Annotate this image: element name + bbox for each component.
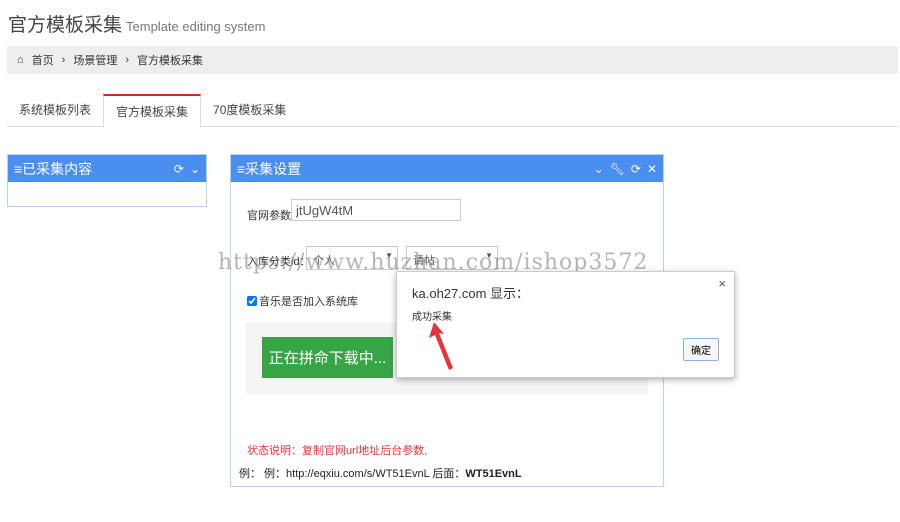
- example-text: 例： 例：http://eqxiu.com/s/WT51EvnL 后面：: [239, 468, 466, 480]
- home-icon: ⌂: [17, 54, 24, 66]
- download-button[interactable]: 正在拼命下载中...: [262, 337, 393, 378]
- breadcrumb: ⌂ 首页 › 场景管理 › 官方模板采集: [7, 46, 898, 74]
- chevron-down-icon[interactable]: ⌄: [190, 162, 200, 176]
- collected-panel: ≡ 已采集内容 ⟳ ⌄: [7, 154, 207, 207]
- tab-70du-templates[interactable]: 70度模板采集: [201, 94, 298, 126]
- menu-icon: ≡: [14, 160, 23, 177]
- close-icon[interactable]: ✕: [647, 162, 657, 176]
- music-checkbox[interactable]: [247, 296, 257, 306]
- menu-icon: ≡: [237, 160, 246, 177]
- dropdown-arrow-icon: ▼: [485, 251, 493, 260]
- alert-dialog: ka.oh27.com 显示： × 成功采集 确定: [396, 271, 735, 378]
- page-title: 官方模板采集 Template editing system: [8, 15, 266, 36]
- tab-bar: 系统模板列表 官方模板采集 70度模板采集: [7, 94, 898, 128]
- chevron-down-icon[interactable]: ⌄: [594, 162, 604, 176]
- breadcrumb-scene[interactable]: 场景管理: [73, 52, 117, 68]
- status-note: 状态说明：复制官网url地址后台参数,: [247, 445, 428, 457]
- tab-system-templates[interactable]: 系统模板列表: [7, 94, 103, 126]
- refresh-icon[interactable]: ⟳: [174, 162, 184, 176]
- dropdown-arrow-icon: ▼: [385, 251, 393, 260]
- breadcrumb-current: 官方模板采集: [137, 55, 203, 67]
- ok-button[interactable]: 确定: [683, 338, 719, 361]
- wrench-icon[interactable]: 🔧︎: [610, 162, 625, 176]
- dialog-title: ka.oh27.com 显示：: [412, 286, 530, 301]
- param-input[interactable]: [291, 199, 461, 221]
- tab-official-templates[interactable]: 官方模板采集: [103, 94, 202, 128]
- page-subtitle: Template editing system: [126, 19, 266, 34]
- close-icon[interactable]: ×: [718, 276, 726, 291]
- refresh-icon[interactable]: ⟳: [631, 162, 641, 176]
- red-arrow-icon: [429, 322, 453, 370]
- breadcrumb-home[interactable]: 首页: [32, 52, 54, 68]
- category-select[interactable]: 个人 ▼: [306, 246, 398, 270]
- subcategory-select[interactable]: 请帖 ▼: [406, 246, 498, 270]
- chevron-right-icon: ›: [61, 54, 66, 66]
- chevron-right-icon: ›: [125, 54, 129, 66]
